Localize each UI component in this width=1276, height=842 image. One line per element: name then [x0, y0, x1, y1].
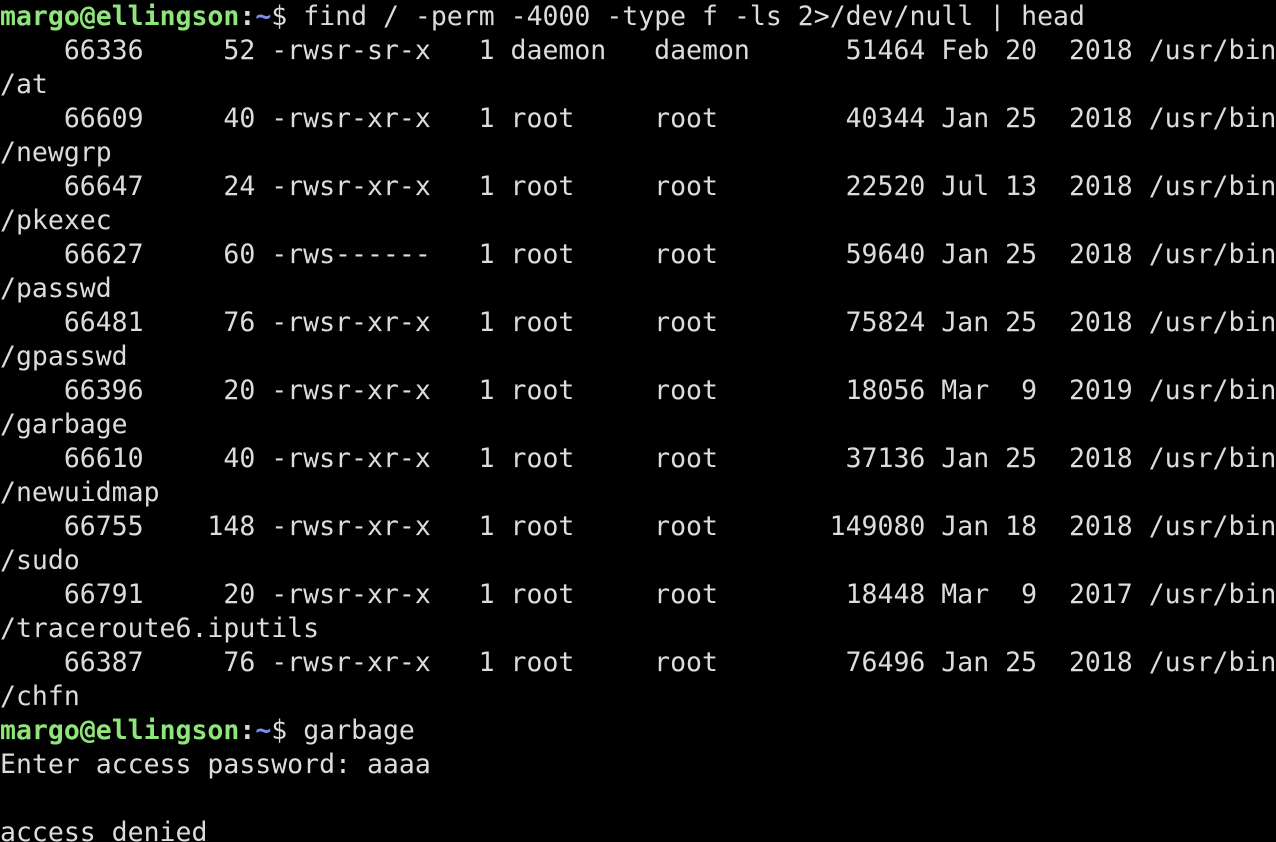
prompt-at: @ — [79, 1, 96, 32]
listing-row-wrap: /pkexec — [0, 205, 112, 236]
listing-row: 66755 148 -rwsr-xr-x 1 root root 149080 … — [0, 511, 1276, 542]
listing-row: 66481 76 -rwsr-xr-x 1 root root 75824 Ja… — [0, 307, 1276, 338]
prompt-user: margo — [0, 715, 80, 746]
prompt-host: ellingson — [95, 1, 240, 32]
prompt-dollar: $ — [271, 715, 304, 746]
listing-row: 66610 40 -rwsr-xr-x 1 root root 37136 Ja… — [0, 443, 1276, 474]
listing-row-wrap: /gpasswd — [0, 341, 128, 372]
prompt-at: @ — [79, 715, 96, 746]
listing-row-wrap: /passwd — [0, 273, 112, 304]
listing-row-wrap: /newuidmap — [0, 477, 160, 508]
prompt-line-garbage: margo@ellingson:~$ garbage — [0, 714, 1276, 748]
prompt-line-find: margo@ellingson:~$ find / -perm -4000 -t… — [0, 0, 1276, 34]
listing-row-wrap: /at — [0, 69, 48, 100]
prompt-path: ~ — [255, 1, 272, 32]
listing-row-wrap: /chfn — [0, 681, 80, 712]
listing-row-wrap: /newgrp — [0, 137, 112, 168]
listing-row-wrap: /garbage — [0, 409, 128, 440]
prompt-path: ~ — [255, 715, 272, 746]
listing-row-wrap: /traceroute6.iputils — [0, 613, 320, 644]
command-text: find / -perm -4000 -type f -ls 2>/dev/nu… — [303, 1, 1085, 32]
command-text: garbage — [303, 715, 415, 746]
listing-row: 66396 20 -rwsr-xr-x 1 root root 18056 Ma… — [0, 375, 1276, 406]
access-denied-line: access denied — [0, 817, 208, 842]
prompt-host: ellingson — [95, 715, 240, 746]
prompt-colon: : — [239, 715, 256, 746]
listing-row: 66791 20 -rwsr-xr-x 1 root root 18448 Ma… — [0, 579, 1276, 610]
terminal-window[interactable]: margo@ellingson:~$ find / -perm -4000 -t… — [0, 0, 1276, 842]
listing-row: 66609 40 -rwsr-xr-x 1 root root 40344 Ja… — [0, 103, 1276, 134]
listing-row: 66387 76 -rwsr-xr-x 1 root root 76496 Ja… — [0, 647, 1276, 678]
prompt-user: margo — [0, 1, 80, 32]
prompt-colon: : — [239, 1, 256, 32]
prompt-dollar: $ — [271, 1, 304, 32]
password-prompt-line: Enter access password: aaaa — [0, 749, 431, 780]
listing-row-wrap: /sudo — [0, 545, 80, 576]
listing-row: 66627 60 -rws------ 1 root root 59640 Ja… — [0, 239, 1276, 270]
listing-row: 66647 24 -rwsr-xr-x 1 root root 22520 Ju… — [0, 171, 1276, 202]
listing-row: 66336 52 -rwsr-sr-x 1 daemon daemon 5146… — [0, 35, 1276, 66]
